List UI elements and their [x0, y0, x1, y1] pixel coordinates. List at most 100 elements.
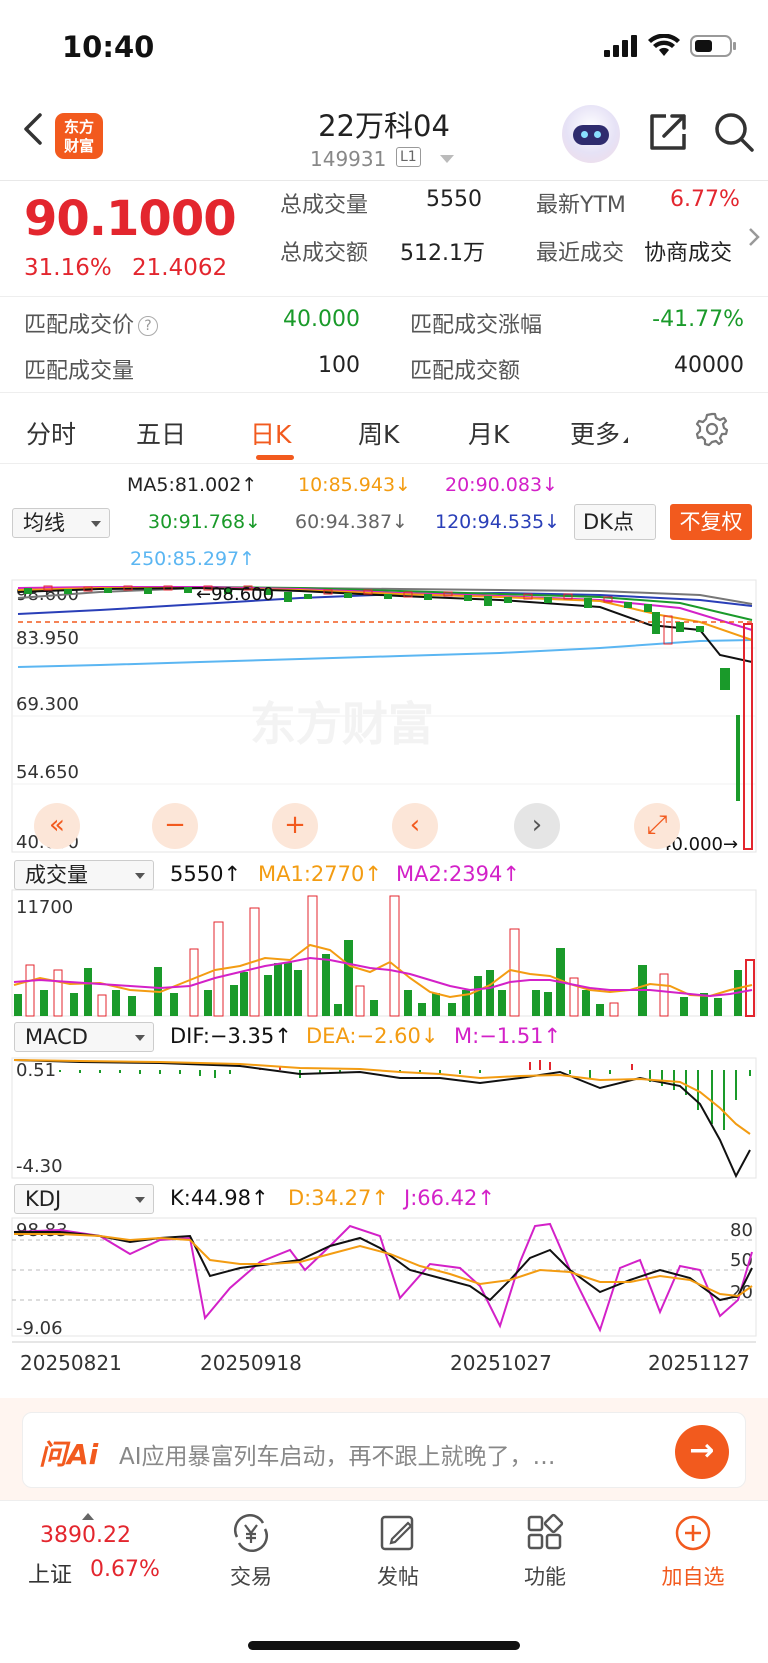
candle: [24, 588, 32, 594]
scroll-right-button[interactable]: ›: [514, 803, 560, 849]
volume-bar: [70, 993, 78, 1016]
candle: [144, 588, 152, 594]
volume-bar: [322, 954, 330, 1016]
x-axis-date: 20251027: [450, 1351, 552, 1375]
volume-bar: [474, 976, 482, 1016]
volume-value: 5550↑: [170, 862, 242, 886]
candle: [104, 588, 112, 593]
ai-logo: 问Ai: [39, 1438, 99, 1471]
home-indicator: [248, 1641, 520, 1650]
ai-banner: 问Ai AI应用暴富列车启动，再不跟上就晚了，… →: [0, 1398, 768, 1500]
volume-bar: [448, 1003, 456, 1016]
nav-functions[interactable]: 功能: [490, 1513, 600, 1591]
candle: [504, 597, 512, 603]
kdj-j: J:66.42↑: [404, 1186, 495, 1210]
volume-bar: [596, 1004, 604, 1016]
volume-bar: [264, 975, 272, 1016]
macd-axis-max: 0.51: [16, 1060, 56, 1081]
volume-bar: [25, 964, 35, 1017]
ma250-line: [17, 639, 753, 668]
macd-dea-line: [13, 1059, 751, 1135]
volume-bar: [418, 1003, 426, 1016]
functions-grid-icon: [527, 1513, 564, 1550]
x-axis-date: 20250821: [20, 1351, 122, 1375]
candle: [284, 592, 292, 602]
candle: [384, 594, 392, 599]
ai-prompt-box[interactable]: 问Ai AI应用暴富列车启动，再不跟上就晚了，… →: [22, 1412, 746, 1488]
volume-bar: [230, 985, 238, 1016]
volume-bar: [714, 998, 722, 1016]
macd-histogram: [59, 1060, 751, 1130]
volume-bar: [334, 1004, 342, 1016]
post-edit-icon: [380, 1515, 414, 1551]
volume-bar: [355, 985, 365, 1017]
volume-bar: [294, 970, 302, 1016]
volume-bar: [609, 1002, 619, 1017]
volume-bar: [274, 963, 282, 1016]
volume-ma1: MA1:2770↑: [258, 862, 382, 886]
zoom-out-button[interactable]: −: [152, 803, 198, 849]
ma5-line: [17, 586, 753, 663]
candle: [544, 597, 552, 603]
ai-prompt-text: AI应用暴富列车启动，再不跟上就晚了，…: [119, 1444, 556, 1470]
select-caret-icon: [135, 1035, 145, 1041]
index-caret-icon: [82, 1513, 94, 1520]
volume-bar: [680, 997, 688, 1016]
volume-bar: [307, 895, 318, 1017]
candle: [344, 593, 352, 598]
candle: [743, 623, 753, 850]
nav-post[interactable]: 发帖: [343, 1513, 453, 1591]
select-caret-icon: [135, 1197, 145, 1203]
candle: [184, 587, 192, 593]
nav-trade[interactable]: 交易: [196, 1513, 306, 1591]
macd-indicator-select[interactable]: MACD: [14, 1022, 154, 1052]
volume-bar: [344, 940, 353, 1016]
kdj-indicator-select[interactable]: KDJ: [14, 1184, 154, 1214]
macd-dea: DEA:−2.60↓: [306, 1024, 439, 1048]
max-price-marker: ←98.600: [196, 584, 274, 605]
macd-axis-min: -4.30: [16, 1156, 63, 1177]
bottom-nav: 3890.22 上证 0.67% 交易 发帖 功能 加自选: [0, 1500, 768, 1663]
volume-bar: [128, 996, 136, 1016]
volume-bar: [204, 990, 212, 1016]
volume-bar: [284, 962, 292, 1016]
volume-bars: [14, 895, 755, 1017]
zoom-in-button[interactable]: +: [272, 803, 318, 849]
volume-bar: [170, 993, 178, 1016]
volume-bar: [498, 990, 506, 1016]
volume-bar: [486, 970, 494, 1016]
kdj-axis-min: -9.06: [16, 1318, 63, 1339]
volume-bar: [370, 1000, 378, 1016]
scroll-left-fast-button[interactable]: «: [34, 803, 80, 849]
volume-bar: [389, 895, 400, 1017]
candle: [720, 668, 730, 690]
candle: [484, 596, 492, 606]
candle: [736, 715, 740, 801]
price-axis-label: 69.300: [16, 694, 79, 715]
select-caret-icon: [135, 873, 145, 879]
trade-yen-icon: [234, 1513, 268, 1553]
kdj-d: D:34.27↑: [288, 1186, 389, 1210]
volume-axis-max: 11700: [16, 897, 73, 918]
volume-bar: [53, 969, 63, 1017]
watermark: 东方财富: [250, 697, 434, 751]
volume-bar: [404, 990, 412, 1016]
volume-bar: [189, 948, 199, 1017]
kdj-k: K:44.98↑: [170, 1186, 269, 1210]
candle: [304, 594, 312, 599]
candle: [696, 626, 704, 632]
nav-add-watchlist[interactable]: 加自选: [638, 1513, 748, 1591]
candle: [663, 615, 673, 645]
volume-bar: [84, 968, 92, 1016]
candle: [424, 594, 432, 600]
volume-bar: [659, 973, 669, 1017]
volume-bar: [532, 990, 540, 1016]
index-percent: 0.67%: [90, 1557, 160, 1582]
scroll-left-button[interactable]: ‹: [392, 803, 438, 849]
volume-bar: [97, 994, 107, 1017]
volume-indicator-select[interactable]: 成交量: [14, 860, 154, 890]
ai-go-button[interactable]: →: [675, 1425, 729, 1479]
macd-m: M:−1.51↑: [454, 1024, 562, 1048]
candle: [464, 595, 472, 601]
fullscreen-button[interactable]: ⤢: [634, 803, 680, 849]
